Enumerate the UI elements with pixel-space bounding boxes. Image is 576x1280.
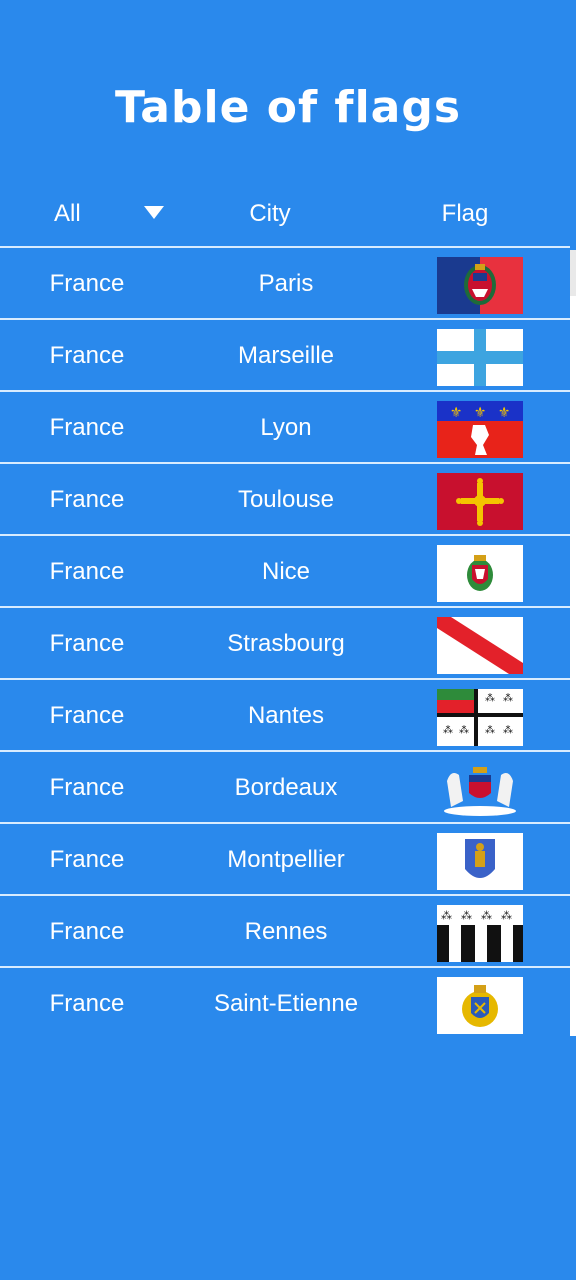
country-cell: France [49, 630, 125, 657]
svg-text:⁂: ⁂ [485, 724, 495, 736]
table-row[interactable]: France Saint-Etienne [0, 966, 570, 1038]
table-header: All City Flag [0, 192, 576, 236]
svg-text:⚜: ⚜ [450, 405, 463, 421]
table-row[interactable]: France Bordeaux [0, 750, 570, 822]
table-row[interactable]: France Lyon ⚜ ⚜ ⚜ [0, 390, 570, 462]
svg-text:⁂: ⁂ [461, 909, 472, 922]
country-cell: France [49, 414, 125, 441]
svg-text:⁂: ⁂ [501, 909, 512, 922]
column-header-flag: Flag [441, 200, 489, 227]
rennes-flag-icon: ⁂ ⁂ ⁂ ⁂ [437, 905, 523, 962]
city-cell: Lyon [260, 414, 312, 441]
country-cell: France [49, 702, 125, 729]
country-cell: France [49, 918, 125, 945]
svg-text:⁂: ⁂ [503, 724, 513, 736]
nice-flag-icon [437, 545, 523, 602]
bordeaux-flag-icon [437, 761, 523, 818]
svg-text:⚜: ⚜ [474, 405, 487, 421]
svg-text:⁂: ⁂ [503, 692, 513, 704]
city-cell: Paris [258, 270, 314, 297]
city-cell: Toulouse [237, 486, 335, 513]
column-header-city: City [249, 200, 291, 227]
scrollbar-thumb[interactable] [570, 250, 576, 296]
country-cell: France [49, 342, 125, 369]
country-cell: France [49, 486, 125, 513]
lyon-flag-icon: ⚜ ⚜ ⚜ [437, 401, 523, 458]
table-row[interactable]: France Nice [0, 534, 570, 606]
page-title: Table of flags [114, 82, 462, 133]
montpellier-flag-icon [437, 833, 523, 890]
svg-text:⁂: ⁂ [443, 724, 453, 736]
country-cell: France [49, 846, 125, 873]
city-cell: Marseille [237, 342, 335, 369]
table-row[interactable]: France Rennes ⁂ ⁂ ⁂ ⁂ [0, 894, 570, 966]
table-row[interactable]: France Paris [0, 246, 570, 318]
city-cell: Montpellier [227, 846, 345, 873]
marseille-flag-icon [437, 329, 523, 386]
city-cell: Strasbourg [227, 630, 345, 657]
svg-text:⁂: ⁂ [441, 909, 452, 922]
filter-label: All [54, 200, 81, 227]
flags-table: France Paris France Marseille France Lyo… [0, 246, 570, 1038]
city-cell: Nantes [247, 702, 325, 729]
svg-text:⁂: ⁂ [485, 692, 495, 704]
scrollbar[interactable] [570, 250, 576, 1036]
country-cell: France [49, 270, 125, 297]
svg-text:⁂: ⁂ [481, 909, 492, 922]
country-cell: France [49, 774, 125, 801]
city-cell: Saint-Etienne [213, 990, 359, 1017]
country-filter-dropdown[interactable]: All [40, 192, 180, 236]
table-row[interactable]: France Nantes ⁂ ⁂ ⁂ ⁂ ⁂ ⁂ [0, 678, 570, 750]
paris-flag-icon [437, 257, 523, 314]
toulouse-flag-icon [437, 473, 523, 530]
country-cell: France [49, 558, 125, 585]
svg-text:⚜: ⚜ [498, 405, 511, 421]
city-cell: Bordeaux [234, 774, 338, 801]
city-cell: Nice [261, 558, 310, 585]
country-cell: France [49, 990, 125, 1017]
table-row[interactable]: France Strasbourg [0, 606, 570, 678]
table-row[interactable]: France Marseille [0, 318, 570, 390]
nantes-flag-icon: ⁂ ⁂ ⁂ ⁂ ⁂ ⁂ [437, 689, 523, 746]
table-row[interactable]: France Toulouse [0, 462, 570, 534]
svg-text:⁂: ⁂ [459, 724, 469, 736]
chevron-down-icon [144, 206, 164, 219]
strasbourg-flag-icon [437, 617, 523, 674]
table-row[interactable]: France Montpellier [0, 822, 570, 894]
saint-etienne-flag-icon [437, 977, 523, 1034]
city-cell: Rennes [244, 918, 328, 945]
